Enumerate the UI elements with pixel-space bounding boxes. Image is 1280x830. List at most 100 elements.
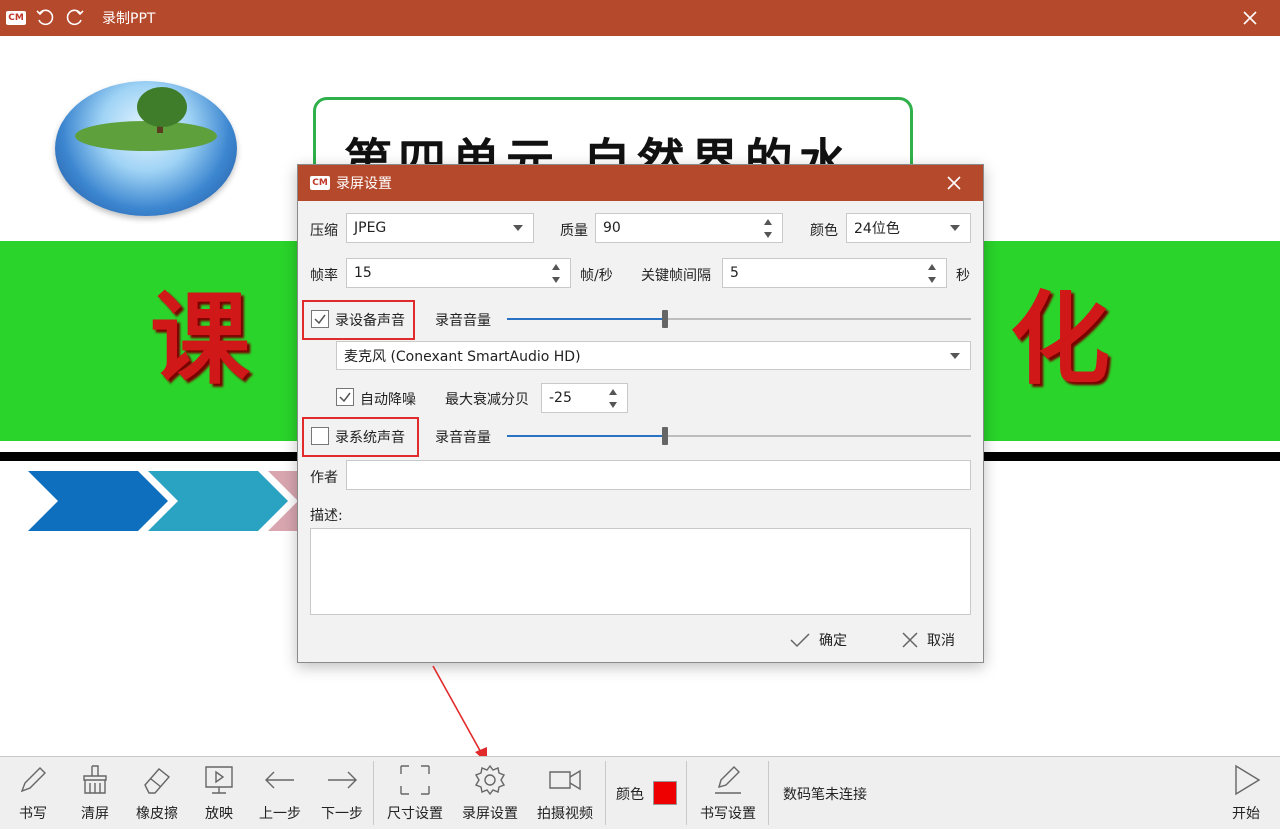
framerate-spinbox[interactable]: 15 <box>346 258 571 288</box>
color-depth-select[interactable]: 24位色 <box>846 213 971 243</box>
system-volume-thumb[interactable] <box>662 427 668 445</box>
banner-text-right: 化 <box>1010 280 1110 398</box>
framerate-unit: 帧/秒 <box>580 268 613 284</box>
eraser-label: 橡皮擦 <box>136 806 178 822</box>
compress-value: JPEG <box>354 220 387 236</box>
capture-video-label: 拍摄视频 <box>537 806 593 822</box>
auto-noise-checkbox[interactable] <box>336 388 354 406</box>
description-textarea[interactable] <box>310 528 971 615</box>
pen-color-swatch[interactable] <box>653 781 677 805</box>
write-button[interactable]: 书写 <box>13 757 53 830</box>
start-button[interactable]: 开始 <box>1226 757 1266 830</box>
framerate-label: 帧率 <box>310 268 338 284</box>
prev-step-button[interactable]: 上一步 <box>257 757 303 830</box>
quality-spinbox[interactable]: 90 <box>595 213 783 243</box>
system-volume-label: 录音音量 <box>435 430 491 446</box>
microphone-value: 麦克风 (Conexant SmartAudio HD) <box>344 348 581 365</box>
write-settings-button[interactable]: 书写设置 <box>696 757 760 830</box>
compress-label: 压缩 <box>310 223 338 239</box>
author-input[interactable] <box>346 460 971 490</box>
close-icon <box>902 632 918 648</box>
toolbar-divider <box>686 761 687 825</box>
max-atten-label: 最大衰减分贝 <box>445 392 529 408</box>
dialog-title: 录屏设置 <box>336 176 392 192</box>
color-depth-label: 颜色 <box>810 223 838 239</box>
next-label: 下一步 <box>321 806 363 822</box>
checkmark-icon <box>339 392 351 403</box>
keyframe-spinbox[interactable]: 5 <box>722 258 947 288</box>
chevron-arrow-1 <box>28 471 168 531</box>
pen-settings-icon <box>715 766 741 794</box>
chevron-down-icon <box>950 225 960 231</box>
play-label: 放映 <box>205 806 233 822</box>
redo-icon[interactable] <box>64 7 86 29</box>
description-label: 描述: <box>310 508 343 524</box>
record-device-label[interactable]: 录设备声音 <box>335 310 405 330</box>
system-volume-fill <box>507 435 665 437</box>
compress-select[interactable]: JPEG <box>346 213 534 243</box>
record-settings-button[interactable]: 录屏设置 <box>458 757 522 830</box>
clear-screen-button[interactable]: 清屏 <box>75 757 115 830</box>
video-camera-icon <box>549 769 581 791</box>
keyframe-unit: 秒 <box>956 268 970 284</box>
arrow-left-icon <box>265 771 294 789</box>
ok-label: 确定 <box>819 633 847 649</box>
bottom-toolbar: 书写 清屏 橡皮擦 放映 上一步 下一步 尺寸设置 录屏设置 拍摄视频 颜色 书… <box>0 756 1280 829</box>
undo-icon[interactable] <box>34 7 56 29</box>
spinner-icon[interactable] <box>928 262 938 284</box>
max-atten-spinbox[interactable]: -25 <box>541 383 628 413</box>
size-settings-button[interactable]: 尺寸设置 <box>383 757 447 830</box>
toolbar-divider <box>605 761 606 825</box>
toolbar-divider <box>373 761 374 825</box>
record-device-checkbox[interactable] <box>311 310 329 328</box>
write-settings-label: 书写设置 <box>700 806 756 822</box>
arrow-right-icon <box>328 771 357 789</box>
device-volume-fill <box>507 318 665 320</box>
color-depth-value: 24位色 <box>854 221 900 237</box>
record-settings-dialog: CM 录屏设置 压缩 JPEG 质量 90 颜色 24位色 帧率 15 帧/秒 … <box>297 164 984 663</box>
ok-button[interactable]: 确定 <box>789 630 847 650</box>
framerate-value: 15 <box>354 265 372 281</box>
record-settings-label: 录屏设置 <box>462 806 518 822</box>
record-system-label[interactable]: 录系统声音 <box>335 427 405 447</box>
checkmark-icon <box>314 314 326 325</box>
window-title: 录制PPT <box>102 11 156 27</box>
keyframe-value: 5 <box>730 265 739 281</box>
dialog-close-icon[interactable] <box>943 172 965 194</box>
author-label: 作者 <box>310 470 338 486</box>
annotation-arrow <box>432 665 487 763</box>
check-icon <box>790 633 810 648</box>
quality-label: 质量 <box>560 223 588 239</box>
record-system-checkbox[interactable] <box>311 427 329 445</box>
eraser-button[interactable]: 橡皮擦 <box>133 757 181 830</box>
max-atten-value: -25 <box>549 390 572 406</box>
auto-noise-label[interactable]: 自动降噪 <box>360 389 416 409</box>
device-volume-thumb[interactable] <box>662 310 668 328</box>
pen-status-text: 数码笔未连接 <box>783 787 867 803</box>
capture-video-button[interactable]: 拍摄视频 <box>533 757 597 830</box>
presentation-icon <box>205 766 233 794</box>
chevron-down-icon <box>950 353 960 359</box>
crop-frame-icon <box>400 765 430 795</box>
chevron-down-icon <box>513 225 523 231</box>
spinner-icon[interactable] <box>609 387 619 409</box>
device-volume-label: 录音音量 <box>435 313 491 329</box>
cancel-button[interactable]: 取消 <box>901 630 955 650</box>
eraser-icon <box>144 768 171 794</box>
quality-value: 90 <box>603 220 621 236</box>
play-button[interactable]: 放映 <box>199 757 239 830</box>
dialog-logo-icon: CM <box>310 176 330 190</box>
cancel-label: 取消 <box>927 633 955 649</box>
play-triangle-icon <box>1235 764 1261 796</box>
close-icon[interactable] <box>1238 6 1262 30</box>
spinner-icon[interactable] <box>764 217 774 239</box>
next-step-button[interactable]: 下一步 <box>319 757 365 830</box>
spinner-icon[interactable] <box>552 262 562 284</box>
size-settings-label: 尺寸设置 <box>387 806 443 822</box>
clear-label: 清屏 <box>81 806 109 822</box>
microphone-select[interactable]: 麦克风 (Conexant SmartAudio HD) <box>336 341 971 370</box>
keyframe-label: 关键帧间隔 <box>641 268 711 284</box>
toolbar-divider <box>768 761 769 825</box>
broom-icon <box>83 765 107 794</box>
pen-icon <box>20 767 46 793</box>
